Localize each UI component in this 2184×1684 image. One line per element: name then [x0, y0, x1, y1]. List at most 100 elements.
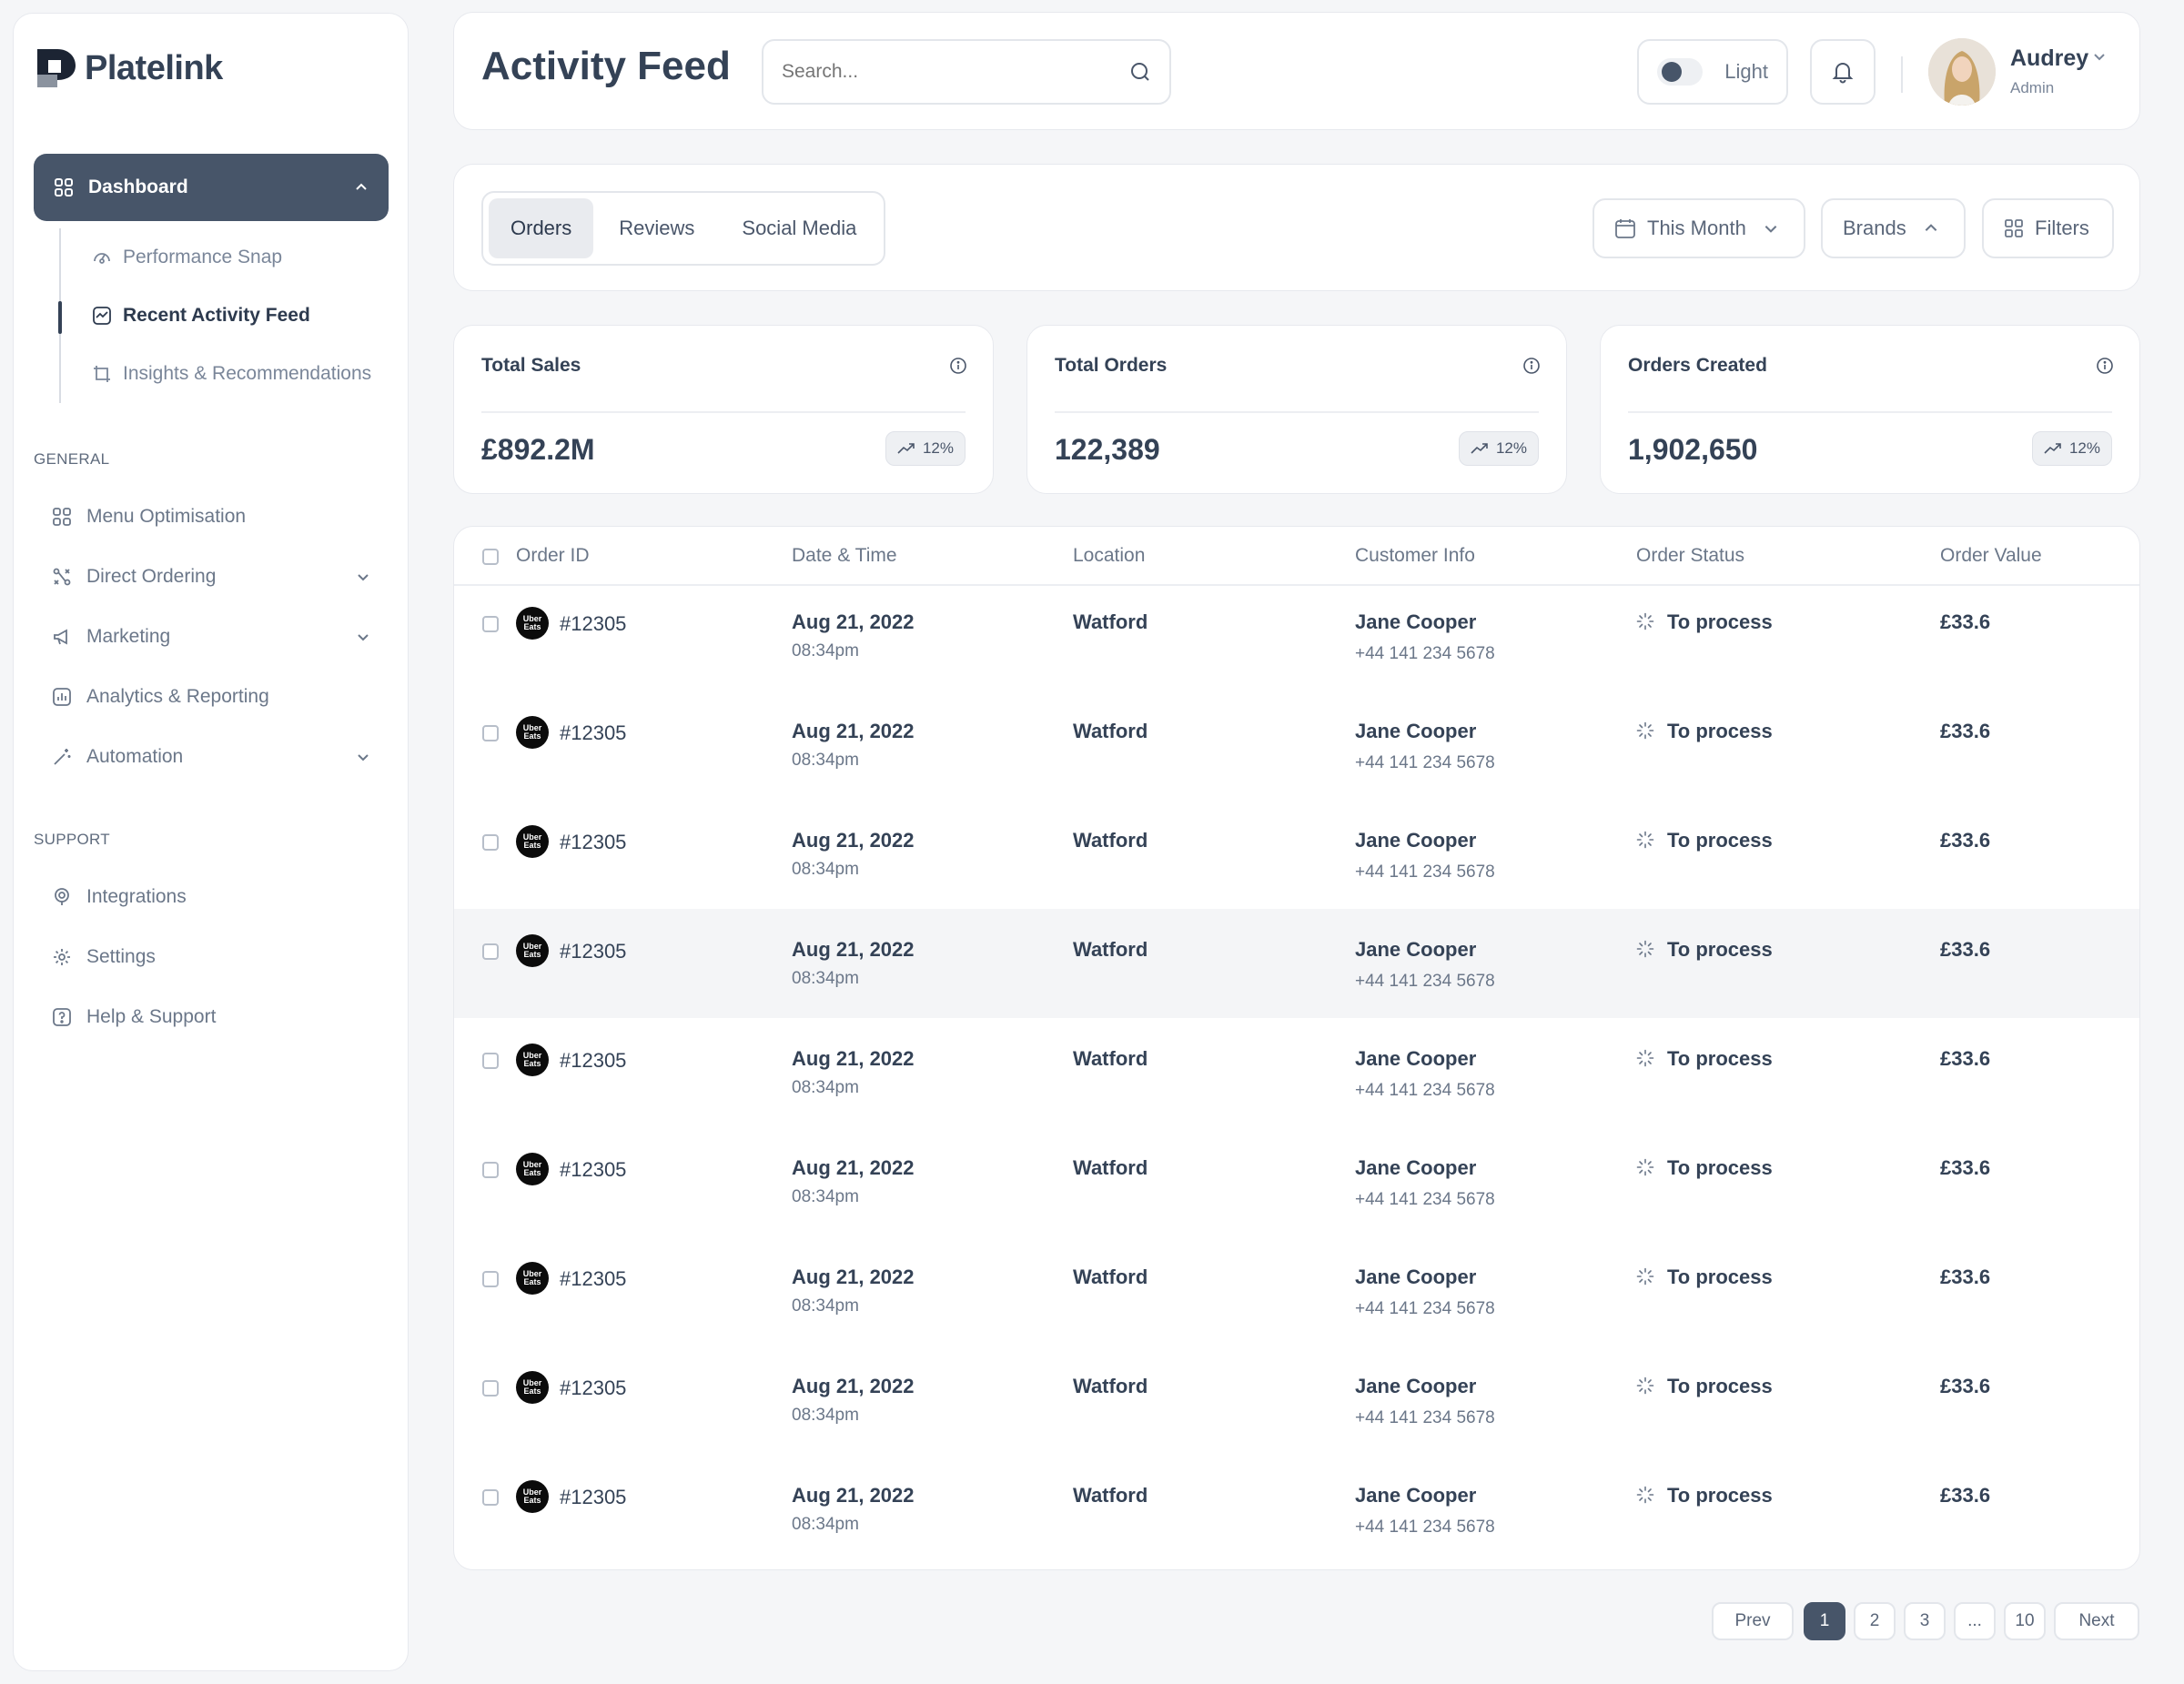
nav-dashboard[interactable]: Dashboard — [34, 154, 389, 221]
order-status: To process — [1667, 610, 1773, 633]
loader-icon — [1636, 1158, 1654, 1181]
theme-toggle[interactable]: Light — [1637, 39, 1788, 105]
nav-item-settings[interactable]: Settings — [34, 927, 389, 987]
nav-item-automation[interactable]: Automation — [34, 727, 389, 787]
page-button-3[interactable]: 3 — [1904, 1602, 1946, 1640]
brands-dropdown[interactable]: Brands — [1821, 198, 1966, 258]
order-id[interactable]: #12305 — [560, 831, 626, 854]
info-icon[interactable] — [2096, 357, 2114, 375]
table-row[interactable]: Uber Eats #12305 Aug 21, 2022 08:34pm Watfor… — [454, 1236, 2139, 1346]
table-row[interactable]: Uber Eats #12305 Aug 21, 2022 08:34pm Watfor… — [454, 691, 2139, 800]
brand-logo[interactable]: Platelink — [35, 47, 223, 89]
nav-dashboard-label: Dashboard — [88, 176, 188, 197]
row-checkbox[interactable] — [482, 1271, 499, 1287]
order-id[interactable]: #12305 — [560, 612, 626, 636]
nav-item-direct-ordering[interactable]: Direct Ordering — [34, 547, 389, 607]
order-time: 08:34pm — [792, 1406, 859, 1425]
page-button-10[interactable]: 10 — [2004, 1602, 2046, 1640]
stat-divider — [1628, 411, 2112, 413]
column-header[interactable]: Location — [1073, 545, 1145, 567]
subnav-item-insights[interactable]: Insights & Recommendations — [61, 345, 405, 403]
customer-name: Jane Cooper — [1355, 720, 1477, 742]
info-icon[interactable] — [949, 357, 967, 375]
order-status: To process — [1667, 1047, 1773, 1070]
next-page-button[interactable]: Next — [2054, 1602, 2139, 1640]
customer-phone: +44 141 234 5678 — [1355, 644, 1495, 663]
nav-item-label: Settings — [86, 946, 156, 967]
stat-value: 1,902,650 — [1628, 433, 1758, 466]
order-location: Watford — [1073, 829, 1148, 852]
table-row[interactable]: Uber Eats #12305 Aug 21, 2022 08:34pm Watfor… — [454, 1018, 2139, 1127]
megaphone-icon — [54, 629, 67, 645]
row-checkbox[interactable] — [482, 725, 499, 741]
chevron-up-icon — [356, 183, 367, 190]
nav-item-integrations[interactable]: Integrations — [34, 867, 389, 927]
user-photo — [1928, 38, 1996, 106]
page-button-1[interactable]: 1 — [1804, 1602, 1845, 1640]
orders-table: Order ID Date & Time Location Customer I… — [453, 526, 2140, 1570]
date-filter-dropdown[interactable]: This Month — [1592, 198, 1805, 258]
loader-icon — [1636, 831, 1654, 853]
order-id[interactable]: #12305 — [560, 1049, 626, 1073]
section-label-general: GENERAL — [34, 450, 110, 468]
avatar[interactable] — [1928, 38, 1996, 106]
notifications-button[interactable] — [1810, 39, 1876, 105]
chevron-down-icon[interactable] — [2092, 49, 2107, 64]
column-header[interactable]: Order Status — [1636, 545, 1744, 567]
user-name[interactable]: Audrey — [2010, 45, 2088, 72]
order-id[interactable]: #12305 — [560, 721, 626, 745]
search-box[interactable] — [762, 39, 1171, 105]
row-checkbox[interactable] — [482, 834, 499, 851]
order-status: To process — [1667, 1484, 1773, 1507]
table-row[interactable]: Uber Eats #12305 Aug 21, 2022 08:34pm Watfor… — [454, 1127, 2139, 1236]
order-id[interactable]: #12305 — [560, 940, 626, 963]
nav-item-label: Marketing — [86, 626, 171, 647]
order-id[interactable]: #12305 — [560, 1376, 626, 1400]
chevron-down-icon — [1764, 226, 1777, 233]
table-row[interactable]: Uber Eats #12305 Aug 21, 2022 08:34pm Watfor… — [454, 581, 2139, 691]
uber-eats-logo: Uber Eats — [516, 825, 549, 858]
row-checkbox[interactable] — [482, 943, 499, 960]
nav-item-menu-optimisation[interactable]: Menu Optimisation — [34, 487, 389, 547]
feed-tabs: Orders Reviews Social Media — [481, 191, 886, 266]
column-header[interactable]: Customer Info — [1355, 545, 1475, 567]
tab-orders[interactable]: Orders — [489, 198, 594, 258]
table-row[interactable]: Uber Eats #12305 Aug 21, 2022 08:34pm Watfor… — [454, 800, 2139, 909]
nav-item-help-support[interactable]: Help & Support — [34, 987, 389, 1047]
loader-icon — [1636, 940, 1654, 963]
tab-social-media[interactable]: Social Media — [720, 198, 878, 258]
order-location: Watford — [1073, 1156, 1148, 1179]
subnav-item-performance-snap[interactable]: Performance Snap — [61, 228, 405, 287]
table-row[interactable]: Uber Eats #12305 Aug 21, 2022 08:34pm Watfor… — [454, 1346, 2139, 1455]
search-icon[interactable] — [1129, 61, 1151, 83]
subnav-item-recent-activity-feed[interactable]: Recent Activity Feed — [58, 287, 405, 345]
table-row[interactable]: Uber Eats #12305 Aug 21, 2022 08:34pm Watfor… — [454, 909, 2139, 1018]
nav-item-marketing[interactable]: Marketing — [34, 607, 389, 667]
prev-page-button[interactable]: Prev — [1712, 1602, 1794, 1640]
column-header[interactable]: Date & Time — [792, 545, 897, 567]
order-date: Aug 21, 2022 — [792, 1484, 915, 1507]
search-input[interactable] — [782, 61, 1129, 83]
row-checkbox[interactable] — [482, 1489, 499, 1506]
stat-value: 122,389 — [1055, 433, 1160, 466]
theme-switch[interactable] — [1657, 58, 1704, 86]
select-all-checkbox[interactable] — [482, 549, 499, 565]
nav-item-analytics-reporting[interactable]: Analytics & Reporting — [34, 667, 389, 727]
customer-name: Jane Cooper — [1355, 829, 1477, 852]
row-checkbox[interactable] — [482, 616, 499, 632]
column-header[interactable]: Order Value — [1940, 545, 2042, 567]
order-id[interactable]: #12305 — [560, 1267, 626, 1291]
row-checkbox[interactable] — [482, 1380, 499, 1397]
table-row[interactable]: Uber Eats #12305 Aug 21, 2022 08:34pm Watfor… — [454, 1455, 2139, 1564]
column-header[interactable]: Order ID — [516, 545, 590, 567]
row-checkbox[interactable] — [482, 1162, 499, 1178]
filters-button[interactable]: Filters — [1982, 198, 2114, 258]
page-button-2[interactable]: 2 — [1854, 1602, 1896, 1640]
tab-reviews[interactable]: Reviews — [597, 198, 716, 258]
order-id[interactable]: #12305 — [560, 1158, 626, 1182]
row-checkbox[interactable] — [482, 1053, 499, 1069]
order-id[interactable]: #12305 — [560, 1486, 626, 1509]
info-icon[interactable] — [1522, 357, 1541, 375]
brand-name: Platelink — [85, 48, 223, 87]
order-status: To process — [1667, 1156, 1773, 1179]
